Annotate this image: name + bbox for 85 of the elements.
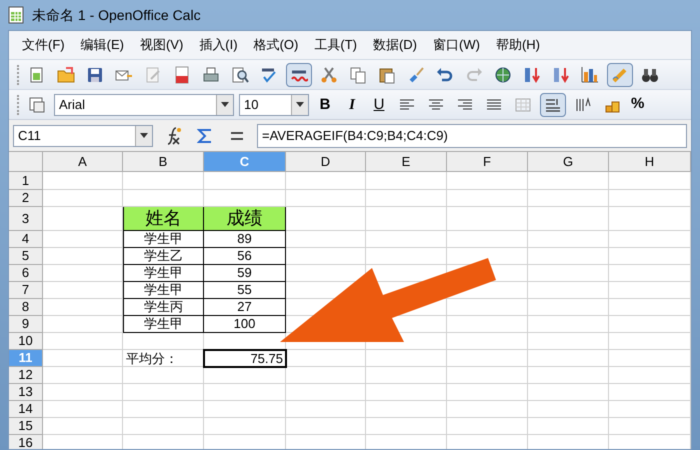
dropdown-button[interactable] [291,94,308,114]
printer-icon [202,66,220,84]
row-header[interactable]: 15 [9,418,43,435]
cell-reference-field[interactable]: C11 [13,124,153,146]
paintbrush-icon [407,66,425,84]
dropdown-button[interactable] [216,94,233,114]
table-cell[interactable]: 56 [204,248,286,265]
menu-item[interactable]: 工具(T) [309,35,362,55]
table-cell[interactable]: 学生甲 [123,265,204,282]
table-cell[interactable]: 27 [204,299,286,316]
row-header[interactable]: 9 [9,316,43,333]
row-header[interactable]: 3 [9,207,43,231]
clipboard-icon [378,66,396,84]
dropdown-arrow-icon [221,102,229,107]
equals-icon [231,132,243,140]
table-cell[interactable]: 100 [204,316,286,333]
menu-item[interactable]: 格式(O) [248,35,304,55]
table-cell[interactable]: 姓名 [123,207,204,231]
menu-item[interactable]: 编辑(E) [76,35,129,55]
table-cell[interactable]: 学生乙 [123,248,204,265]
scissors-icon [320,66,338,84]
row-header[interactable]: 8 [9,299,43,316]
menu-item[interactable]: 数据(D) [368,35,422,55]
font-size-field[interactable]: 10 [239,94,309,116]
spreadsheet-app-icon [8,6,24,24]
pencil-icon [611,66,629,84]
folder-icon [57,66,75,84]
column-header[interactable]: B [123,152,204,172]
document-pencil-icon [144,66,162,84]
row-header[interactable]: 13 [9,384,43,401]
menu-item[interactable]: 插入(I) [194,35,243,55]
column-header[interactable]: G [528,152,609,172]
undo-arrow-icon [436,66,454,84]
row-header[interactable]: 2 [9,190,43,207]
row-header[interactable]: 12 [9,367,43,384]
table-cell[interactable]: 学生甲 [123,231,204,248]
menu-item[interactable]: 帮助(H) [490,35,545,55]
column-header[interactable]: F [447,152,528,172]
table-cell[interactable]: 学生甲 [123,282,204,299]
table-cell[interactable]: 成绩 [204,207,286,231]
dropdown-arrow-icon [296,102,304,107]
styles-icon [29,96,45,112]
column-header[interactable]: E [366,152,447,172]
globe-icon [494,66,512,84]
dropdown-arrow-icon [140,133,148,138]
copy-icon [349,66,367,84]
dropdown-button[interactable] [135,126,152,146]
menu-item[interactable]: 文件(F) [17,35,70,55]
window-title: 未命名 1 - OpenOffice Calc [32,6,201,25]
formula-input-field[interactable]: =AVERAGEIF(B4:C9;B4;C4:C9) [257,124,687,148]
column-header[interactable]: D [286,152,366,172]
row-header[interactable]: 10 [9,333,43,350]
format-button[interactable]: U [368,94,390,116]
spellcheck-icon [260,66,278,84]
redo-arrow-icon [465,66,483,84]
magnifier-page-icon [231,66,249,84]
percent-button[interactable]: % [629,93,646,116]
table-grid-icon [514,96,532,114]
pdf-document-icon [173,66,191,84]
font-name-field[interactable]: Arial [54,94,234,116]
menu-item[interactable]: 窗口(W) [428,35,485,55]
sort-ascending-icon [523,66,541,84]
table-cell[interactable]: 75.75 [204,350,286,367]
menu-item[interactable]: 视图(V) [134,35,188,55]
column-header[interactable]: H [609,152,691,172]
table-cell[interactable]: 55 [204,282,286,299]
table-cell[interactable]: 59 [204,265,286,282]
table-cell[interactable]: 89 [204,231,286,248]
corner-cell[interactable] [9,152,43,172]
row-header[interactable]: 16 [9,435,43,449]
row-header[interactable]: 4 [9,231,43,248]
row-header[interactable]: 14 [9,401,43,418]
format-button[interactable]: B [314,94,336,116]
row-header[interactable]: 1 [9,172,43,190]
table-cell[interactable]: 学生丙 [123,299,204,316]
row-header[interactable]: 5 [9,248,43,265]
format-button[interactable]: I [341,94,363,116]
table-cell[interactable]: 学生甲 [123,316,204,333]
row-header[interactable]: 6 [9,265,43,282]
column-header[interactable]: A [43,152,123,172]
bar-chart-icon [581,66,599,84]
table-cell[interactable]: 平均分： [123,350,204,367]
row-header[interactable]: 7 [9,282,43,299]
sigma-icon [197,128,213,144]
sort-descending-icon [552,66,570,84]
